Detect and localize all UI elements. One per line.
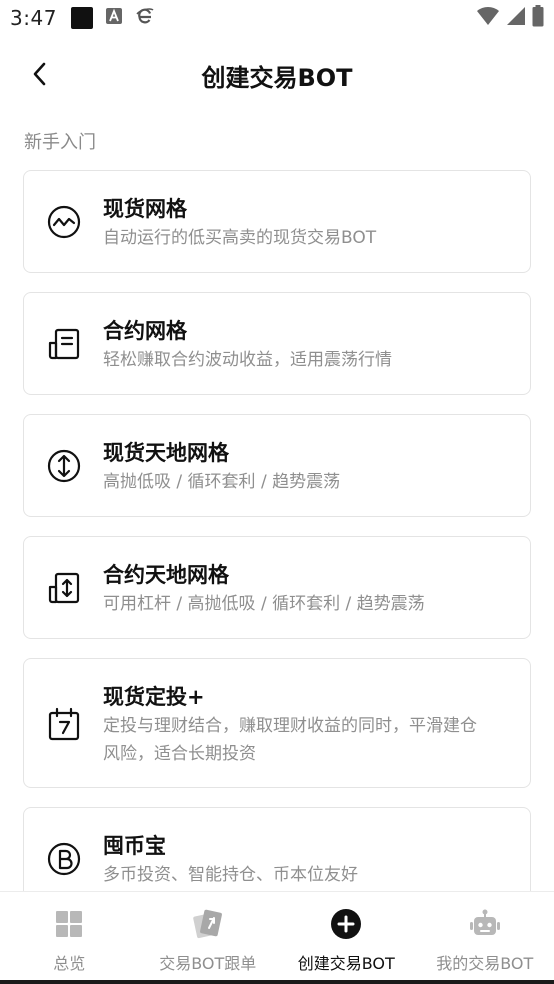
card-contract-infinity-grid[interactable]: 合约天地网格 可用杠杆 / 高抛低吸 / 循环套利 / 趋势震荡 (23, 536, 531, 639)
card-title: 现货网格 (103, 197, 187, 221)
card-desc: 多币投资、智能持仓、币本位友好 (103, 865, 358, 885)
card-title: 合约网格 (103, 319, 187, 343)
card-desc-line1: 定投与理财结合，赚取理财收益的同时，平滑建仓 (103, 716, 477, 736)
wave-circle-icon (46, 204, 82, 240)
header: 创建交易BOT (0, 44, 554, 104)
card-spot-dca-plus[interactable]: 现货定投+ 定投与理财结合，赚取理财收益的同时，平滑建仓 风险，适合长期投资 (23, 658, 531, 788)
card-title: 现货天地网格 (103, 441, 229, 465)
card-title: 现货定投+ (103, 685, 205, 709)
nav-item-create-bot[interactable]: 创建交易BOT (277, 892, 416, 984)
card-spot-grid[interactable]: 现货网格 自动运行的低买高卖的现货交易BOT (23, 170, 531, 273)
card-desc-line2: 风险，适合长期投资 (103, 744, 256, 764)
browser-e-icon (135, 6, 155, 30)
card-desc: 可用杠杆 / 高抛低吸 / 循环套利 / 趋势震荡 (103, 594, 425, 614)
card-desc: 高抛低吸 / 循环套利 / 趋势震荡 (103, 472, 341, 492)
nav-label: 交易BOT跟单 (159, 954, 257, 973)
card-spot-infinity-grid[interactable]: 现货天地网格 高抛低吸 / 循环套利 / 趋势震荡 (23, 414, 531, 517)
status-bar: 3:47 (0, 0, 554, 36)
signal-icon (506, 6, 526, 30)
robot-icon (469, 908, 501, 940)
nav-item-my-bots[interactable]: 我的交易BOT (416, 892, 554, 984)
nav-label: 创建交易BOT (297, 954, 395, 973)
nav-item-copy-bot[interactable]: 交易BOT跟单 (139, 892, 278, 984)
section-label: 新手入门 (24, 132, 96, 153)
card-contract-grid[interactable]: 合约网格 轻松赚取合约波动收益，适用震荡行情 (23, 292, 531, 395)
a-box-icon (105, 7, 123, 29)
page-title: 创建交易BOT (201, 64, 353, 92)
plus-circle-icon (330, 908, 362, 940)
contract-document-icon (46, 326, 82, 362)
nav-label: 我的交易BOT (436, 954, 534, 973)
calendar-icon (46, 706, 82, 742)
nav-label: 总览 (53, 954, 86, 973)
up-down-box-icon (46, 570, 82, 606)
up-down-circle-icon (46, 448, 82, 484)
grid-icon (53, 908, 85, 940)
bot-type-list: 现货网格 自动运行的低买高卖的现货交易BOT 合约网格 轻松赚取合约波动收益，适… (23, 170, 531, 929)
status-time: 3:47 (10, 6, 57, 30)
card-title: 囤币宝 (103, 834, 166, 858)
battery-icon (532, 5, 544, 31)
cards-icon (192, 908, 224, 940)
bitcoin-circle-icon (46, 841, 82, 877)
card-desc: 自动运行的低买高卖的现货交易BOT (103, 228, 377, 248)
card-title: 合约天地网格 (103, 563, 229, 587)
gesture-bar (0, 980, 554, 984)
wifi-icon (476, 6, 500, 30)
card-desc: 轻松赚取合约波动收益，适用震荡行情 (103, 350, 392, 370)
notification-square-icon (70, 7, 93, 29)
nav-item-overview[interactable]: 总览 (0, 892, 139, 984)
bottom-nav: 总览 交易BOT跟单 创建交易BOT 我的交易BOT (0, 891, 554, 984)
